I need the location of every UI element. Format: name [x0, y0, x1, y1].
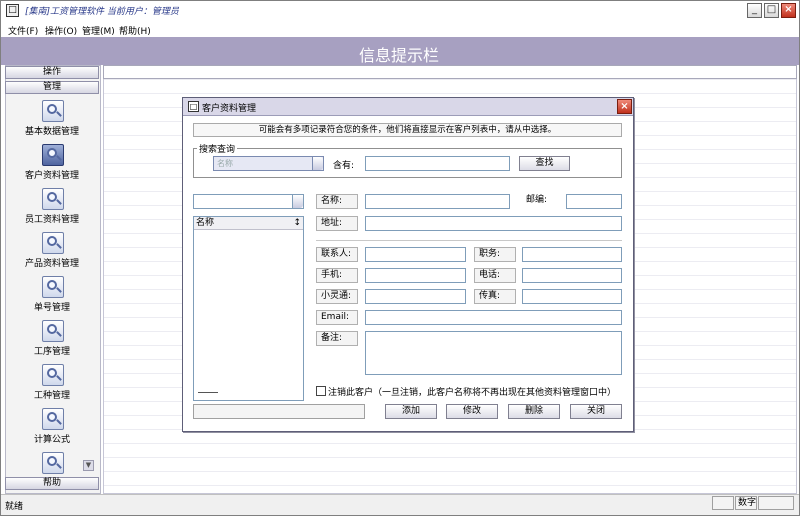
magnifier-icon[interactable] [42, 408, 64, 430]
dialog-notice: 可能会有多项记录符合您的条件，他们将直接显示在客户列表中，请从中选择。 [193, 123, 622, 137]
cancel-customer-checkbox[interactable] [316, 386, 326, 396]
form-divider [316, 240, 622, 241]
menu-manage[interactable]: 管理(M) [82, 24, 115, 37]
mobile-input[interactable] [365, 268, 466, 283]
status-panel-num: 数字 [735, 496, 757, 510]
magnifier-icon[interactable] [42, 276, 64, 298]
cancel-customer-label: 注销此客户（一旦注销，此客户名称将不再出现在其他资料管理窗口中） [328, 388, 617, 398]
search-legend: 搜索查询 [197, 142, 238, 155]
customer-list[interactable] [193, 216, 304, 401]
sidebar-header-operate[interactable]: 操作 [5, 66, 99, 79]
zip-label: 邮编: [526, 195, 548, 205]
pager-label: 小灵通: [316, 289, 358, 304]
app-icon[interactable]: □ [6, 4, 19, 17]
find-button[interactable]: 查找 [519, 156, 570, 171]
close-dialog-button[interactable]: 关闭 [570, 404, 622, 419]
magnifier-icon[interactable] [42, 100, 64, 122]
main-grid-header [103, 65, 797, 79]
contact-input[interactable] [365, 247, 466, 262]
email-label: Email: [316, 310, 358, 325]
menu-file[interactable]: 文件(F) [8, 24, 38, 37]
sidebar-header-help[interactable]: 帮助 [5, 477, 99, 490]
list-scroll-thumb[interactable] [198, 392, 218, 393]
sidebar-scroll-down-icon[interactable]: ▼ [83, 460, 94, 471]
close-button[interactable]: × [781, 3, 796, 18]
name-label: 名称: [316, 194, 358, 209]
maximize-button[interactable]: □ [764, 3, 779, 18]
chevron-down-icon[interactable] [312, 157, 323, 170]
phone-label: 电话: [474, 268, 516, 283]
window-title: [集南]工资管理软件 当前用户：管理员 [25, 7, 179, 17]
magnifier-icon[interactable] [42, 188, 64, 210]
status-panel-1 [712, 496, 734, 510]
sidebar-item-order-number[interactable]: 单号管理 [4, 300, 100, 313]
sidebar-item-formula[interactable]: 计算公式 [4, 432, 100, 445]
phone-input[interactable] [522, 268, 622, 283]
magnifier-icon[interactable] [42, 320, 64, 342]
status-panel-3 [758, 496, 794, 510]
note-label: 备注: [316, 331, 358, 346]
contact-label: 联系人: [316, 247, 358, 262]
menu-operate[interactable]: 操作(O) [45, 24, 77, 37]
sidebar-item-product[interactable]: 产品资料管理 [4, 256, 100, 269]
mobile-label: 手机: [316, 268, 358, 283]
sidebar-item-job-type[interactable]: 工种管理 [4, 388, 100, 401]
list-header-name[interactable]: 名称 ↕ [194, 217, 303, 230]
search-field-select[interactable]: 名称 [213, 156, 324, 171]
name-input[interactable] [365, 194, 510, 209]
contains-label: 含有: [333, 161, 355, 171]
fax-label: 传真: [474, 289, 516, 304]
status-text: 就绪 [5, 502, 24, 512]
list-filter-select[interactable] [193, 194, 304, 209]
chevron-down-icon[interactable] [292, 195, 303, 208]
magnifier-icon[interactable] [42, 452, 64, 474]
dialog-status-field [193, 404, 365, 419]
address-label: 地址: [316, 216, 358, 231]
sidebar-header-manage[interactable]: 管理 [5, 81, 99, 94]
add-button[interactable]: 添加 [385, 404, 437, 419]
sidebar-item-basic-data[interactable]: 基本数据管理 [4, 124, 100, 137]
menu-help[interactable]: 帮助(H) [119, 24, 151, 37]
sidebar-item-customer[interactable]: 客户资料管理 [4, 168, 100, 181]
sort-icon[interactable]: ↕ [293, 217, 301, 229]
minimize-button[interactable]: _ [747, 3, 762, 18]
dialog-icon[interactable]: □ [188, 101, 199, 112]
dialog-close-icon[interactable]: × [617, 99, 632, 114]
magnifier-icon[interactable] [42, 364, 64, 386]
info-banner-text: 信息提示栏 [358, 46, 439, 65]
title-label: 职务: [474, 247, 516, 262]
edit-button[interactable]: 修改 [446, 404, 498, 419]
magnifier-icon[interactable] [42, 144, 64, 166]
note-textarea[interactable] [365, 331, 622, 375]
sidebar-item-employee[interactable]: 员工资料管理 [4, 212, 100, 225]
pager-input[interactable] [365, 289, 466, 304]
address-input[interactable] [365, 216, 622, 231]
delete-button[interactable]: 删除 [508, 404, 560, 419]
dialog-title: 客户资料管理 [202, 104, 257, 114]
fax-input[interactable] [522, 289, 622, 304]
magnifier-icon[interactable] [42, 232, 64, 254]
email-input[interactable] [365, 310, 622, 325]
search-field-value: 名称 [217, 159, 233, 168]
contains-input[interactable] [365, 156, 510, 171]
title-input[interactable] [522, 247, 622, 262]
status-bar [1, 494, 799, 515]
zip-input[interactable] [566, 194, 622, 209]
sidebar-item-process[interactable]: 工序管理 [4, 344, 100, 357]
list-header-label: 名称 [196, 218, 215, 228]
